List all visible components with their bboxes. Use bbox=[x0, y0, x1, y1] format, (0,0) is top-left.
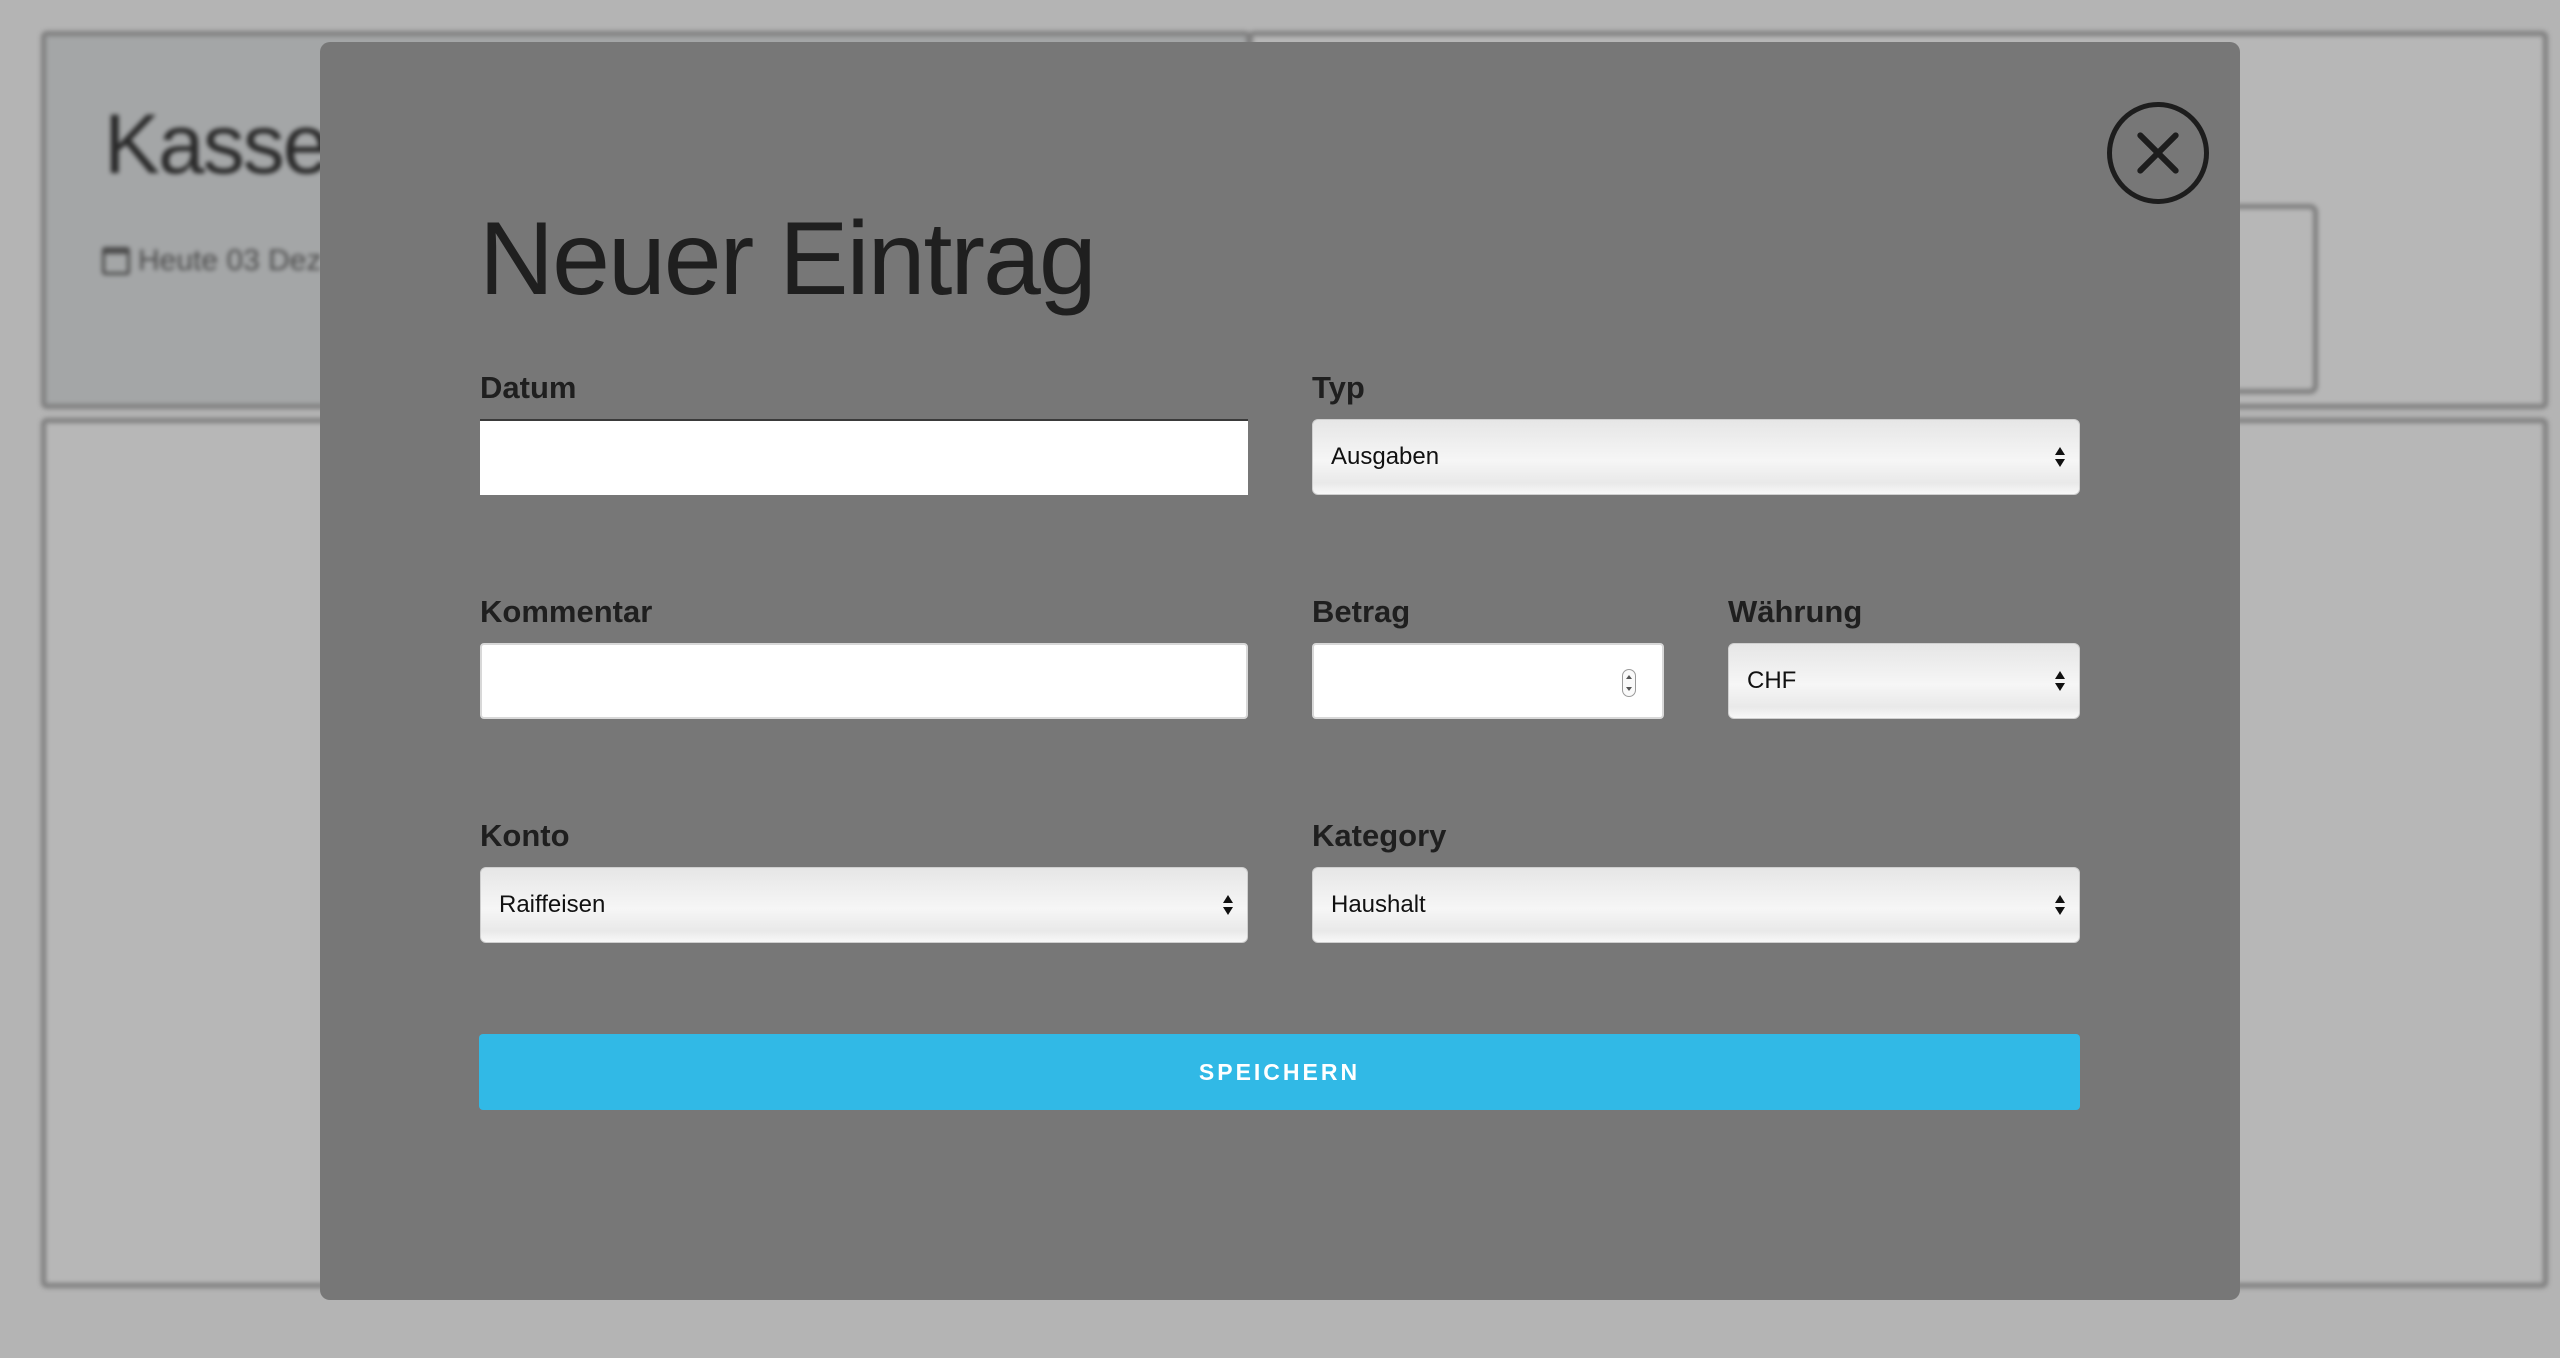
modal-title: Neuer Eintrag bbox=[479, 201, 1097, 317]
kategory-select[interactable]: Haushalt bbox=[1312, 867, 2080, 943]
betrag-label: Betrag bbox=[1312, 594, 1411, 629]
select-arrows-icon bbox=[2055, 895, 2065, 915]
datum-input[interactable] bbox=[480, 419, 1248, 495]
background-date: Heute 03 Dez bbox=[102, 244, 321, 278]
background-date-text: Heute 03 Dez bbox=[138, 244, 322, 277]
konto-label: Konto bbox=[480, 818, 570, 853]
kommentar-label: Kommentar bbox=[480, 594, 653, 629]
select-arrows-icon bbox=[2055, 447, 2065, 467]
number-spinner-icon[interactable] bbox=[1622, 669, 1636, 697]
betrag-input[interactable] bbox=[1312, 643, 1664, 719]
typ-select[interactable]: Ausgaben bbox=[1312, 419, 2080, 495]
konto-select-value: Raiffeisen bbox=[499, 891, 606, 918]
waehrung-select-value: CHF bbox=[1747, 667, 1797, 694]
calendar-icon bbox=[102, 247, 130, 275]
kategory-select-value: Haushalt bbox=[1331, 891, 1426, 918]
background-page-title: Kasse bbox=[104, 97, 329, 191]
konto-select[interactable]: Raiffeisen bbox=[480, 867, 1248, 943]
waehrung-select[interactable]: CHF bbox=[1728, 643, 2080, 719]
datum-label: Datum bbox=[480, 370, 577, 405]
close-icon[interactable] bbox=[2107, 102, 2209, 204]
typ-label: Typ bbox=[1312, 370, 1365, 405]
select-arrows-icon bbox=[2055, 671, 2065, 691]
kategory-label: Kategory bbox=[1312, 818, 1447, 853]
select-arrows-icon bbox=[1223, 895, 1233, 915]
save-button[interactable]: SPEICHERN bbox=[479, 1034, 2080, 1110]
kommentar-input[interactable] bbox=[480, 643, 1248, 719]
typ-select-value: Ausgaben bbox=[1331, 443, 1440, 470]
waehrung-label: Währung bbox=[1728, 594, 1863, 629]
